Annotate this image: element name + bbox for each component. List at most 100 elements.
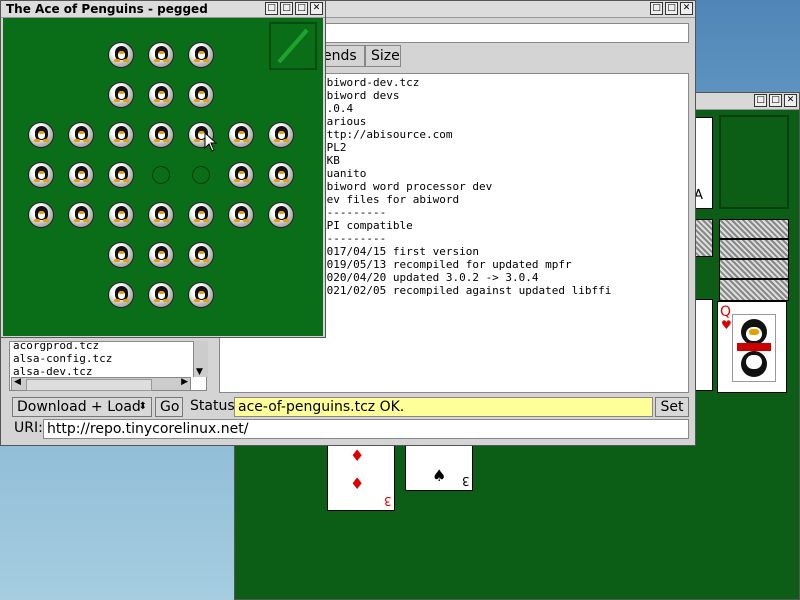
pkg-restore-button[interactable]: □ <box>665 2 678 15</box>
empty-hole[interactable] <box>152 166 170 184</box>
penguin-icon <box>114 246 129 264</box>
peg[interactable] <box>108 82 134 108</box>
pegged-minimize-button[interactable]: □ <box>265 2 278 15</box>
peg[interactable] <box>28 162 54 188</box>
mouse-cursor-icon <box>204 132 218 152</box>
peg-board[interactable] <box>3 18 323 336</box>
hscroll-thumb[interactable] <box>26 379 152 391</box>
info-line: API compatible <box>320 219 413 232</box>
info-line: GPL2 <box>320 141 347 154</box>
scroll-left-icon[interactable]: ◀ <box>14 377 21 387</box>
peg[interactable] <box>188 42 214 68</box>
card-queen-hearts[interactable]: Q ♥ <box>717 301 787 393</box>
solitaire-close-button[interactable]: ✕ <box>784 94 797 107</box>
penguin-icon <box>114 126 129 144</box>
peg[interactable] <box>148 82 174 108</box>
penguin-icon <box>114 166 129 184</box>
scroll-right-icon[interactable]: ▶ <box>181 377 188 387</box>
peg[interactable] <box>188 282 214 308</box>
info-line: ---------- <box>320 206 387 219</box>
solitaire-maximize-button[interactable]: □ <box>754 94 767 107</box>
status-field: ace-of-penguins.tcz OK. <box>234 397 653 417</box>
peg[interactable] <box>188 202 214 228</box>
peg[interactable] <box>268 202 294 228</box>
search-input[interactable] <box>321 23 689 43</box>
card-back[interactable] <box>719 259 789 279</box>
peg[interactable] <box>28 122 54 148</box>
info-line: 3.0.4 <box>320 102 354 115</box>
pegged-maximize-button[interactable]: □ <box>280 2 293 15</box>
penguin-icon <box>34 206 49 224</box>
info-lines: abiword-dev.tcz abiword devs 3.0.4 various h… <box>320 76 690 297</box>
undo-slash-icon <box>277 28 309 64</box>
uri-label: URI: <box>14 420 43 436</box>
undo-button[interactable] <box>269 22 317 70</box>
peg[interactable] <box>228 122 254 148</box>
peg[interactable] <box>108 162 134 188</box>
penguin-icon <box>154 86 169 104</box>
tab-size[interactable]: Size <box>365 45 401 67</box>
penguin-icon <box>194 46 209 64</box>
queen-suit: ♥ <box>721 318 732 332</box>
peg[interactable] <box>28 202 54 228</box>
list-item[interactable]: acorgprod.tcz <box>10 342 206 352</box>
peg[interactable] <box>228 202 254 228</box>
penguin-icon <box>114 86 129 104</box>
card-three-spades[interactable]: ♠ 3 <box>405 445 473 491</box>
list-hscrollbar[interactable]: ◀ ▶ <box>11 377 191 391</box>
card-back[interactable] <box>719 219 789 239</box>
go-button[interactable]: Go <box>155 397 183 417</box>
pegged-titlebar[interactable]: The Ace of Penguins - pegged □ □ □ ✕ <box>1 1 325 18</box>
foundation-slot[interactable] <box>719 115 789 209</box>
queen-penguin-art <box>732 314 776 382</box>
three-diamonds-rank: 3 <box>384 494 392 508</box>
peg[interactable] <box>108 202 134 228</box>
status-label: Status <box>190 398 235 414</box>
penguin-icon <box>234 126 249 144</box>
card-back[interactable] <box>719 279 789 301</box>
set-button[interactable]: Set <box>655 397 689 417</box>
penguin-icon <box>274 126 289 144</box>
peg[interactable] <box>188 82 214 108</box>
pegged-restore-button[interactable]: □ <box>295 2 308 15</box>
peg[interactable] <box>268 162 294 188</box>
three-spades-rank: 3 <box>462 474 470 488</box>
info-line: 2021/02/05 recompiled against updated li… <box>320 284 612 297</box>
three-diamonds-pip: ♦ <box>350 446 365 465</box>
penguin-icon <box>274 206 289 224</box>
info-line: 4KB <box>320 154 340 167</box>
peg[interactable] <box>108 42 134 68</box>
pkg-close-button[interactable]: ✕ <box>680 2 693 15</box>
peg[interactable] <box>148 122 174 148</box>
peg[interactable] <box>68 122 94 148</box>
scroll-down-icon[interactable]: ▼ <box>196 367 203 377</box>
peg[interactable] <box>188 242 214 268</box>
uri-field[interactable]: http://repo.tinycorelinux.net/ <box>43 419 689 439</box>
peg[interactable] <box>108 282 134 308</box>
penguin-icon <box>114 46 129 64</box>
peg[interactable] <box>108 242 134 268</box>
peg[interactable] <box>68 202 94 228</box>
list-vscrollbar[interactable]: ▼ <box>193 341 208 377</box>
peg[interactable] <box>108 122 134 148</box>
penguin-icon <box>154 126 169 144</box>
peg[interactable] <box>148 242 174 268</box>
peg[interactable] <box>228 162 254 188</box>
info-line: juanito <box>320 167 367 180</box>
mode-select[interactable]: Download + Load ⬍ <box>12 397 152 417</box>
card-three-diamonds[interactable]: ♦ ♦ 3 <box>327 445 395 511</box>
info-line: abiword word processor dev <box>320 180 493 193</box>
peg[interactable] <box>148 202 174 228</box>
empty-hole[interactable] <box>192 166 210 184</box>
peg[interactable] <box>268 122 294 148</box>
peg[interactable] <box>148 282 174 308</box>
card-back[interactable] <box>719 239 789 259</box>
list-item[interactable]: alsa-config.tcz <box>10 352 206 365</box>
pegged-close-button[interactable]: ✕ <box>310 2 323 15</box>
solitaire-restore-button[interactable]: □ <box>769 94 782 107</box>
penguin-icon <box>114 206 129 224</box>
peg[interactable] <box>148 42 174 68</box>
penguin-icon <box>34 166 49 184</box>
pkg-maximize-button[interactable]: □ <box>650 2 663 15</box>
peg[interactable] <box>68 162 94 188</box>
